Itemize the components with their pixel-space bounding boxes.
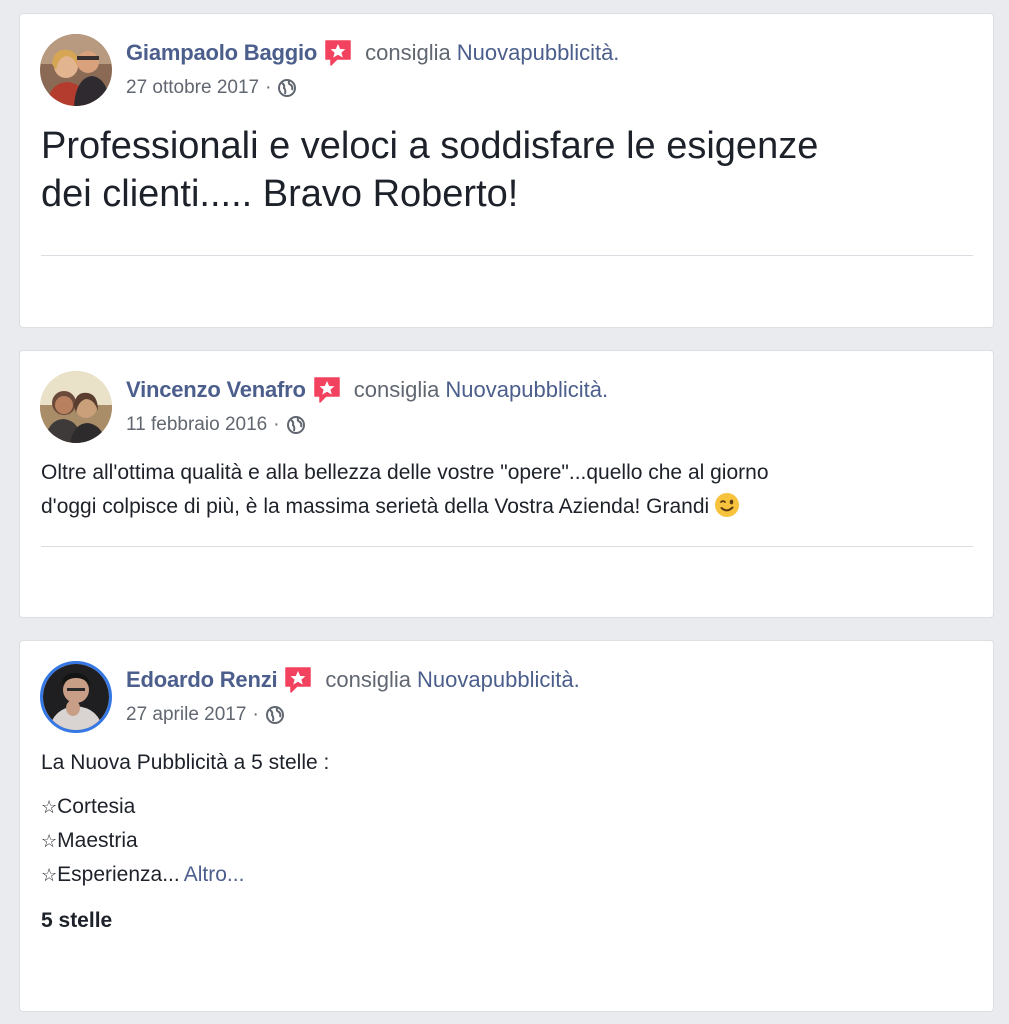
meta-separator: · <box>265 77 272 98</box>
star-icon: ☆ <box>41 865 58 885</box>
star-icon: ☆ <box>41 797 58 817</box>
page-link[interactable]: Nuovapubblicità. <box>457 40 620 66</box>
recommend-badge-icon <box>323 38 353 68</box>
list-item: ☆Cortesia <box>41 791 135 823</box>
see-more-link[interactable]: Altro... <box>184 863 245 886</box>
rating-label: 5 stelle <box>41 909 113 932</box>
post-header: Giampaolo Baggio consiglia Nuovapubblici… <box>126 38 619 68</box>
author-name[interactable]: Vincenzo Venafro <box>126 377 306 403</box>
review-text: Professionali e veloci a soddisfare le e… <box>41 122 941 218</box>
meta-separator: · <box>252 704 259 725</box>
post-meta: 27 ottobre 2017 · <box>126 76 297 100</box>
review-intro: La Nuova Pubblicità a 5 stelle : <box>41 751 330 774</box>
list-item-label: Maestria <box>57 829 138 852</box>
recommend-verb: consiglia <box>365 40 451 65</box>
post-header: Edoardo Renzi consiglia Nuovapubblicità. <box>126 665 580 695</box>
globe-icon[interactable] <box>277 78 297 98</box>
review-card: Vincenzo Venafro consiglia Nuovapubblici… <box>19 350 994 618</box>
review-text-line: Professionali e veloci a soddisfare le e… <box>41 125 819 167</box>
review-text: Oltre all'ottima qualità e alla bellezza… <box>41 456 941 524</box>
author-name[interactable]: Giampaolo Baggio <box>126 40 317 66</box>
post-date[interactable]: 27 ottobre 2017 <box>126 77 259 99</box>
wink-emoji-icon <box>713 491 741 519</box>
post-meta: 27 aprile 2017 · <box>126 703 285 727</box>
globe-icon[interactable] <box>286 415 306 435</box>
recommend-badge-icon <box>283 665 313 695</box>
post-meta: 11 febbraio 2016 · <box>126 413 306 437</box>
post-header: Vincenzo Venafro consiglia Nuovapubblici… <box>126 375 608 405</box>
list-item-label: Cortesia <box>57 795 136 818</box>
post-date[interactable]: 27 aprile 2017 <box>126 704 246 726</box>
recommend-badge-icon <box>312 375 342 405</box>
page-link[interactable]: Nuovapubblicità. <box>445 377 608 403</box>
post-date[interactable]: 11 febbraio 2016 <box>126 414 267 436</box>
review-text-line: Oltre all'ottima qualità e alla bellezza… <box>41 461 769 484</box>
list-item-label: Esperienza... <box>57 863 180 886</box>
star-icon: ☆ <box>41 831 58 851</box>
divider <box>41 255 973 256</box>
avatar[interactable] <box>40 34 112 106</box>
review-text-line: d'oggi colpisce di più, è la massima ser… <box>41 495 710 518</box>
avatar[interactable] <box>40 661 112 733</box>
globe-icon[interactable] <box>265 705 285 725</box>
review-card: Giampaolo Baggio consiglia Nuovapubblici… <box>19 13 994 328</box>
recommend-verb: consiglia <box>325 667 412 692</box>
divider <box>41 546 973 547</box>
list-item: ☆Maestria <box>41 825 138 857</box>
review-text-line: dei clienti..... Bravo Roberto! <box>41 173 519 215</box>
author-name[interactable]: Edoardo Renzi <box>126 667 278 693</box>
list-item: ☆Esperienza... Altro... <box>41 859 244 891</box>
review-text-line-with-emoji: d'oggi colpisce di più, è la massima ser… <box>41 490 941 524</box>
recommend-verb: consiglia <box>353 377 440 402</box>
page-link[interactable]: Nuovapubblicità. <box>417 667 580 693</box>
meta-separator: · <box>273 414 280 435</box>
review-card: Edoardo Renzi consiglia Nuovapubblicità.… <box>19 640 994 1012</box>
avatar[interactable] <box>40 371 112 443</box>
